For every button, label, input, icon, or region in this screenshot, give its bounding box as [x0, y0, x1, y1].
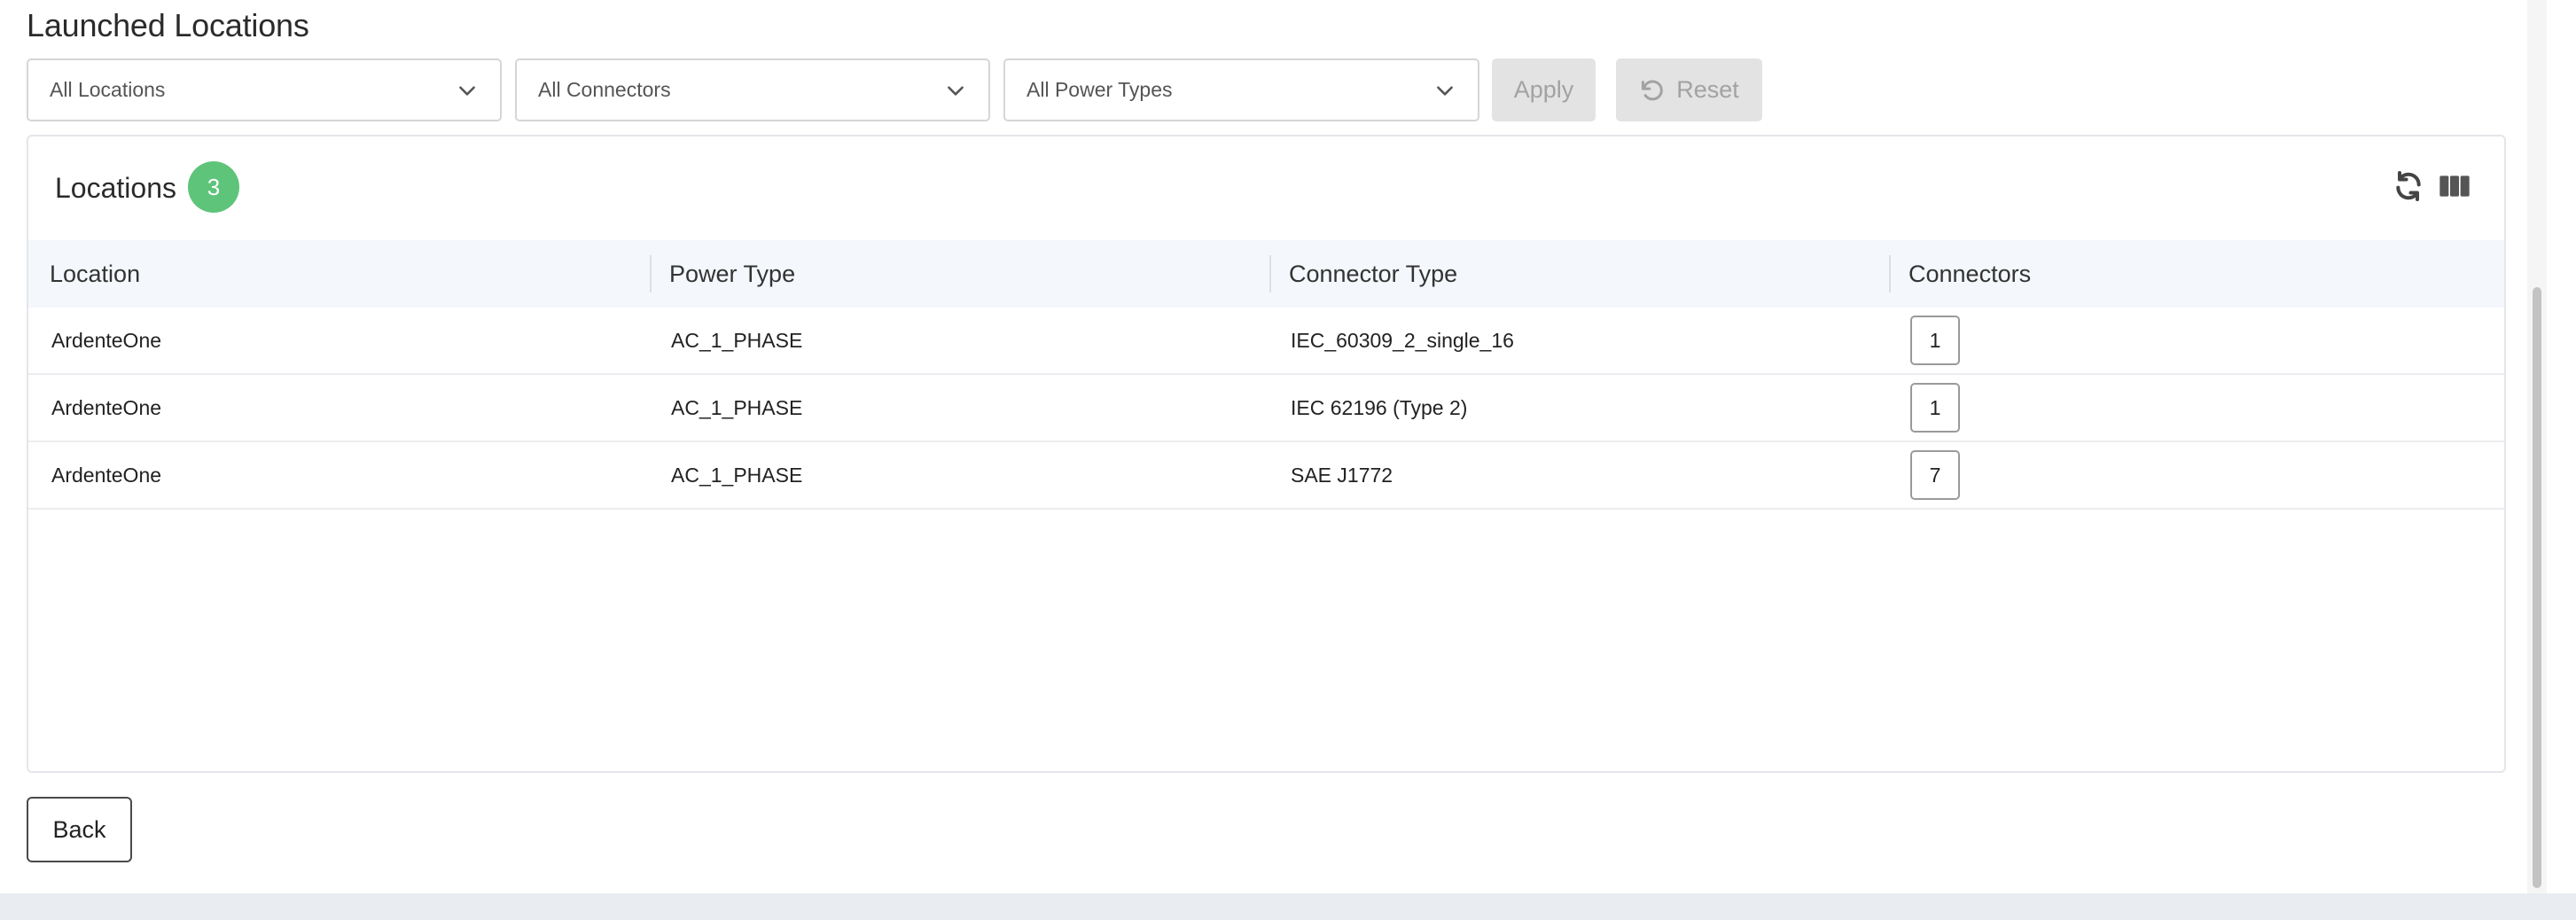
apply-button[interactable]: Apply [1492, 58, 1596, 121]
table-row[interactable]: ArdenteOne AC_1_PHASE IEC 62196 (Type 2)… [28, 375, 2504, 442]
cell-connectors: 1 [1910, 375, 1960, 441]
connectors-filter-select[interactable]: All Connectors [515, 58, 990, 121]
column-header-connector-type[interactable]: Connector Type [1289, 240, 1457, 308]
back-button[interactable]: Back [27, 797, 132, 862]
table-row[interactable]: ArdenteOne AC_1_PHASE SAE J1772 7 [28, 442, 2504, 510]
cell-connector-type: IEC 62196 (Type 2) [1291, 395, 1468, 419]
bottom-band [0, 893, 2576, 920]
column-divider[interactable] [1269, 255, 1271, 292]
reset-button-label: Reset [1676, 76, 1739, 103]
cell-connectors: 1 [1910, 308, 1960, 373]
right-margin [2547, 0, 2576, 893]
page-title: Launched Locations [27, 7, 309, 43]
cell-power-type: AC_1_PHASE [671, 463, 803, 487]
apply-button-label: Apply [1513, 76, 1574, 103]
card-toolbar [2391, 168, 2472, 204]
cell-power-type: AC_1_PHASE [671, 395, 803, 419]
table-header: Location Power Type Connector Type Conne… [28, 240, 2504, 308]
columns-icon[interactable] [2437, 168, 2472, 204]
card-title: Locations [55, 172, 176, 204]
power-types-filter-value: All Power Types [1026, 78, 1173, 101]
column-header-connectors[interactable]: Connectors [1909, 240, 2031, 308]
connectors-count-button[interactable]: 7 [1910, 450, 1960, 500]
locations-filter-value: All Locations [50, 78, 166, 101]
cell-location: ArdenteOne [51, 328, 162, 352]
power-types-filter-select[interactable]: All Power Types [1003, 58, 1479, 121]
chevron-down-icon [459, 85, 475, 96]
connectors-count-button[interactable]: 1 [1910, 316, 1960, 365]
cell-power-type: AC_1_PHASE [671, 328, 803, 352]
cell-connector-type: IEC_60309_2_single_16 [1291, 328, 1514, 352]
refresh-icon[interactable] [2391, 168, 2426, 204]
launched-locations-page: Launched Locations All Locations All Con… [0, 0, 2576, 920]
connectors-count-button[interactable]: 1 [1910, 383, 1960, 433]
column-divider[interactable] [650, 255, 652, 292]
connectors-filter-value: All Connectors [538, 78, 671, 101]
column-divider[interactable] [1889, 255, 1891, 292]
locations-filter-select[interactable]: All Locations [27, 58, 502, 121]
table-row[interactable]: ArdenteOne AC_1_PHASE IEC_60309_2_single… [28, 308, 2504, 375]
chevron-down-icon [1437, 85, 1453, 96]
count-badge: 3 [188, 161, 239, 213]
cell-location: ArdenteOne [51, 463, 162, 487]
cell-connectors: 7 [1910, 442, 1960, 508]
column-header-location[interactable]: Location [50, 240, 140, 308]
reset-button[interactable]: Reset [1616, 58, 1762, 121]
cell-location: ArdenteOne [51, 395, 162, 419]
scrollbar-thumb[interactable] [2533, 287, 2541, 888]
locations-card: Locations 3 Location Power Type Connecto… [27, 135, 2506, 773]
chevron-down-icon [948, 85, 964, 96]
column-header-power-type[interactable]: Power Type [669, 240, 795, 308]
back-button-label: Back [52, 815, 106, 843]
reset-icon [1642, 79, 1664, 100]
cell-connector-type: SAE J1772 [1291, 463, 1393, 487]
